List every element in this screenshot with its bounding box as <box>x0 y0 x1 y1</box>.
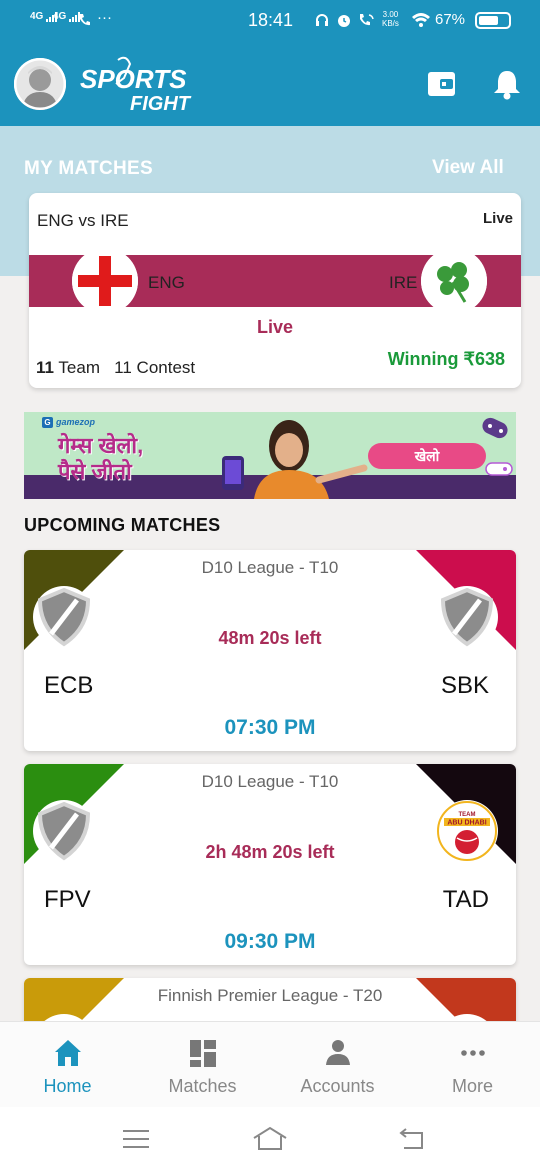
battery-level <box>479 16 498 25</box>
back-icon[interactable] <box>398 1127 426 1151</box>
recent-apps-icon[interactable] <box>122 1129 150 1149</box>
volte-call-icon <box>360 14 374 26</box>
promo-banner[interactable]: Ggamezop गेम्स खेलो, पैसे जीतो खेलो <box>24 412 516 499</box>
wifi-calling-icon <box>80 14 90 26</box>
network-speed: 3.00 KB/s <box>382 10 399 28</box>
battery-percent: 67% <box>435 11 466 28</box>
nav-matches[interactable]: Matches <box>135 1022 270 1108</box>
match-title: ENG vs IRE <box>37 211 129 230</box>
contest-count: 11 <box>114 358 132 377</box>
sports-fight-logo: SPORTS FIGHT <box>78 56 198 115</box>
system-home-icon[interactable] <box>252 1125 288 1151</box>
team1-name: ECB <box>44 672 94 699</box>
team2-name: TAD <box>442 886 489 913</box>
team-label: Team <box>58 358 100 377</box>
gamepad-icon <box>485 462 513 476</box>
user-avatar-icon <box>14 58 66 110</box>
match-start-time: 07:30 PM <box>224 716 316 739</box>
team-contest-counts: 11 Team 11 Contest <box>36 358 195 378</box>
network-type-label: 4G <box>53 11 67 22</box>
home-icon <box>55 1040 81 1066</box>
banner-play-button[interactable]: खेलो <box>368 443 486 469</box>
svg-text:FIGHT: FIGHT <box>130 93 192 114</box>
league-name: D10 League - T10 <box>201 772 339 791</box>
league-name: D10 League - T10 <box>201 558 339 577</box>
nav-home[interactable]: Home <box>0 1022 135 1108</box>
svg-text:SPORTS: SPORTS <box>80 64 187 94</box>
team2-flag <box>421 248 487 314</box>
view-all-link[interactable]: View All <box>432 157 504 179</box>
upcoming-matches-title: UPCOMING MATCHES <box>24 515 221 535</box>
winning-amount: Winning ₹638 <box>387 349 505 369</box>
notification-bell-icon[interactable] <box>492 68 522 100</box>
nav-more[interactable]: More <box>405 1022 540 1108</box>
clock: 18:41 <box>248 10 294 30</box>
battery-icon <box>475 12 511 29</box>
headphones-icon <box>316 14 328 26</box>
nav-accounts[interactable]: Accounts <box>270 1022 405 1108</box>
banner-headline-2: पैसे जीतो <box>58 459 132 484</box>
gamezop-logo-icon: G <box>42 417 53 428</box>
contest-label: Contest <box>136 358 196 377</box>
time-left: 2h 48m 20s left <box>205 842 335 862</box>
system-navigation-bar <box>0 1107 540 1170</box>
person-icon <box>326 1040 350 1065</box>
nav-label: Accounts <box>300 1076 375 1096</box>
upcoming-match-card[interactable]: D10 League - T10 TEAM ABU DHABI 2h 48m 2… <box>24 764 516 965</box>
live-match-card[interactable]: ENG vs IRE Live ENG IRE Live 11 Team 11 … <box>29 193 521 388</box>
alarm-icon <box>338 15 350 27</box>
shamrock-icon <box>421 248 487 314</box>
team2-name: SBK <box>440 672 489 699</box>
app-header: SPORTS FIGHT <box>0 42 540 126</box>
grid-icon <box>190 1040 216 1067</box>
svg-text:TEAM: TEAM <box>459 812 476 818</box>
nav-label: Matches <box>168 1076 237 1096</box>
avatar[interactable] <box>14 58 66 110</box>
wallet-icon[interactable] <box>427 70 457 98</box>
england-flag-icon <box>72 248 138 314</box>
nav-label: Home <box>43 1076 92 1096</box>
gamezop-brand: Ggamezop <box>42 417 95 428</box>
team2-name: IRE <box>389 273 418 292</box>
banner-person-illustration <box>222 420 368 499</box>
my-matches-title: MY MATCHES <box>24 158 153 179</box>
match-start-time: 09:30 PM <box>224 930 316 953</box>
more-dots-icon <box>461 1050 485 1056</box>
svg-text:ABU DHABI: ABU DHABI <box>447 820 486 827</box>
game-controller-icon <box>482 417 508 439</box>
nav-label: More <box>451 1076 493 1096</box>
upcoming-match-card[interactable]: D10 League - T10 48m 20s left ECB SBK 07… <box>24 550 516 751</box>
team1-flag <box>72 248 138 314</box>
wifi-icon <box>412 13 430 27</box>
team1-name: FPV <box>44 886 91 913</box>
live-indicator: Live <box>256 317 294 337</box>
more-notifications-icon: ··· <box>97 9 112 26</box>
match-status-badge: Live <box>482 210 513 227</box>
time-left: 48m 20s left <box>218 628 322 648</box>
team-count: 11 <box>36 358 54 377</box>
status-bar: 4G 4G ··· 18:41 3.00 KB/s 67% <box>0 0 540 42</box>
league-name: Finnish Premier League - T20 <box>157 986 383 1005</box>
bottom-navigation: Home Matches Accounts More <box>0 1021 540 1107</box>
network-type-label: 4G <box>30 11 44 22</box>
team1-name: ENG <box>148 273 185 292</box>
